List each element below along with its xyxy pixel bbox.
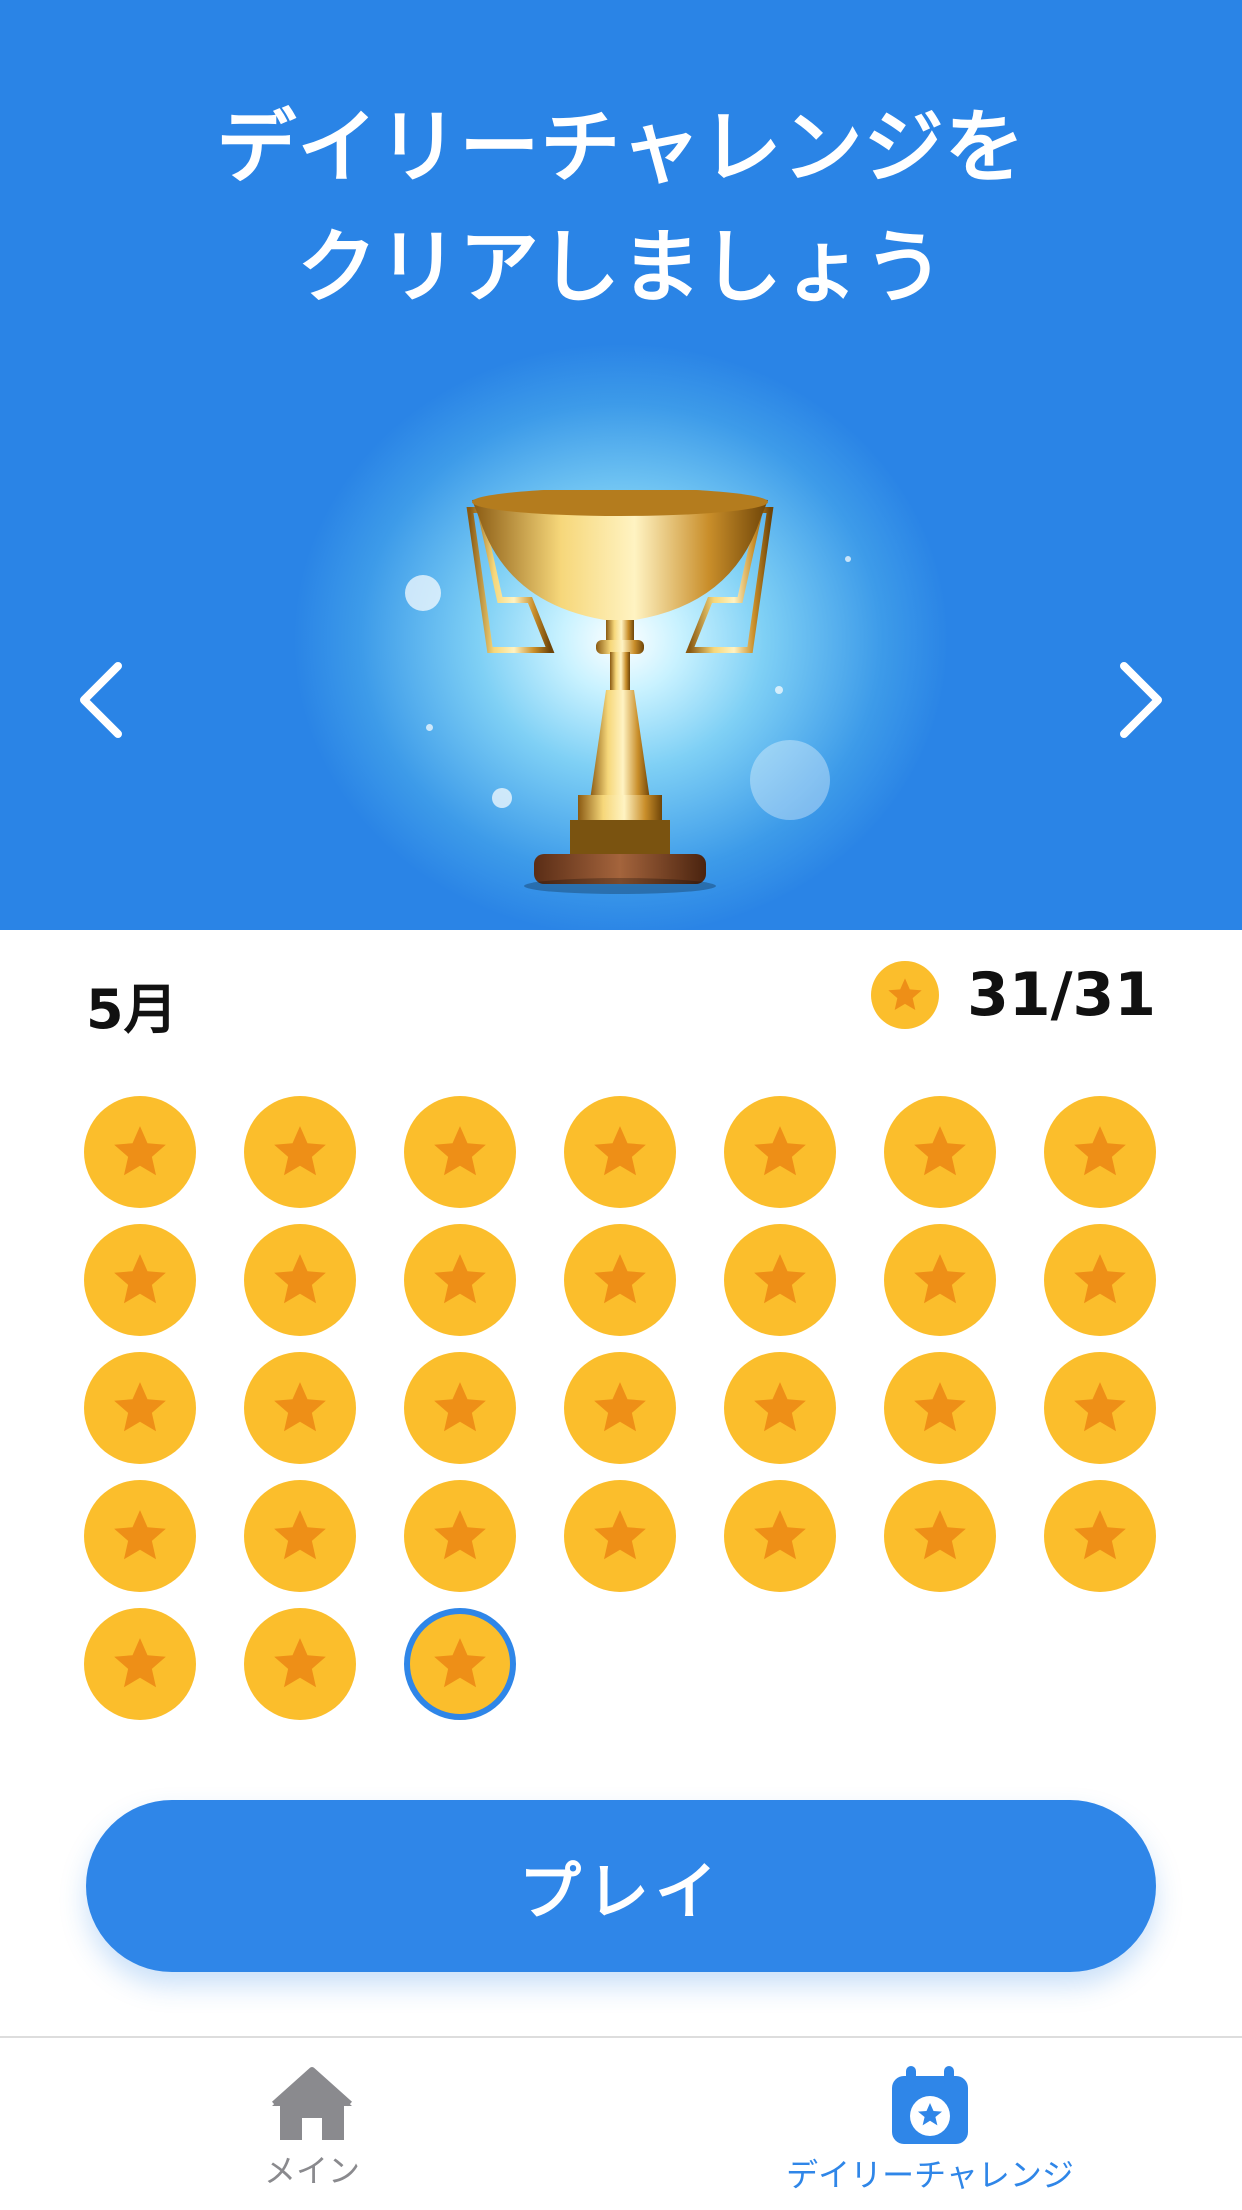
day-24-coin[interactable] [404,1480,516,1592]
star-icon [434,1382,486,1432]
day-3-coin[interactable] [404,1096,516,1208]
day-4-coin[interactable] [564,1096,676,1208]
day-6-coin[interactable] [884,1096,996,1208]
star-icon [434,1638,486,1688]
sparkle [845,556,851,562]
star-icon [274,1126,326,1176]
star-icon [914,1254,966,1304]
daily-challenge-hero: デイリーチャレンジを クリアしましょう [0,0,1242,930]
star-icon [434,1510,486,1560]
day-12-coin[interactable] [724,1224,836,1336]
day-23-coin[interactable] [244,1480,356,1592]
day-19-coin[interactable] [724,1352,836,1464]
star-icon [1074,1510,1126,1560]
sparkle [405,575,441,611]
day-25-coin[interactable] [564,1480,676,1592]
day-8-coin[interactable] [84,1224,196,1336]
star-icon [754,1510,806,1560]
calendar-grid [84,1096,1160,1720]
tab-daily-challenge[interactable]: デイリーチャレンジ [780,2064,1080,2196]
star-icon [754,1254,806,1304]
sparkle [426,724,433,731]
tab-daily-challenge-label: デイリーチャレンジ [786,2156,1074,2194]
star-coin-icon [871,961,940,1029]
day-31-coin[interactable] [404,1608,516,1720]
hero-title-line1: デイリーチャレンジを [216,101,1026,194]
day-13-coin[interactable] [884,1224,996,1336]
day-28-coin[interactable] [1044,1480,1156,1592]
day-22-coin[interactable] [84,1480,196,1592]
day-29-coin[interactable] [84,1608,196,1720]
day-9-coin[interactable] [244,1224,356,1336]
star-icon [434,1254,486,1304]
day-7-coin[interactable] [1044,1096,1156,1208]
chevron-right-icon [1120,662,1162,738]
day-26-coin[interactable] [724,1480,836,1592]
tab-bar: メイン デイリーチャレンジ [0,2036,1242,2210]
day-30-coin[interactable] [244,1608,356,1720]
star-icon [114,1638,166,1688]
calendar-star-icon [892,2066,968,2144]
day-14-coin[interactable] [1044,1224,1156,1336]
star-icon [114,1382,166,1432]
star-icon [594,1126,646,1176]
month-label: 5月 [86,978,178,1041]
star-icon [274,1382,326,1432]
star-icon [594,1254,646,1304]
star-icon [274,1510,326,1560]
star-icon [594,1382,646,1432]
star-icon [754,1382,806,1432]
day-18-coin[interactable] [564,1352,676,1464]
star-icon [914,1126,966,1176]
star-icon [114,1510,166,1560]
day-5-coin[interactable] [724,1096,836,1208]
home-icon [271,2067,353,2140]
star-icon [1074,1382,1126,1432]
star-icon [114,1126,166,1176]
star-icon [594,1510,646,1560]
hero-title-line2: クリアしましょう [297,221,945,314]
day-20-coin[interactable] [884,1352,996,1464]
day-27-coin[interactable] [884,1480,996,1592]
completion-count: 31/31 [967,960,1156,1030]
star-icon [1074,1254,1126,1304]
star-icon [754,1126,806,1176]
day-16-coin[interactable] [244,1352,356,1464]
day-17-coin[interactable] [404,1352,516,1464]
day-15-coin[interactable] [84,1352,196,1464]
star-icon [114,1254,166,1304]
next-month-button[interactable] [1102,660,1182,740]
day-10-coin[interactable] [404,1224,516,1336]
day-21-coin[interactable] [1044,1352,1156,1464]
play-button[interactable]: プレイ [86,1800,1156,1972]
chevron-left-icon [80,662,122,738]
day-11-coin[interactable] [564,1224,676,1336]
star-icon [914,1510,966,1560]
star-icon [914,1382,966,1432]
star-icon [1074,1126,1126,1176]
prev-month-button[interactable] [60,660,140,740]
trophy-icon [466,490,774,894]
day-1-coin[interactable] [84,1096,196,1208]
star-icon [274,1638,326,1688]
tab-main[interactable]: メイン [252,2064,372,2192]
day-2-coin[interactable] [244,1096,356,1208]
star-icon [434,1126,486,1176]
completion-counter: 31/31 [871,960,1156,1030]
star-icon [274,1254,326,1304]
hero-title: デイリーチャレンジを クリアしましょう [0,88,1242,328]
tab-main-label: メイン [263,2152,360,2190]
